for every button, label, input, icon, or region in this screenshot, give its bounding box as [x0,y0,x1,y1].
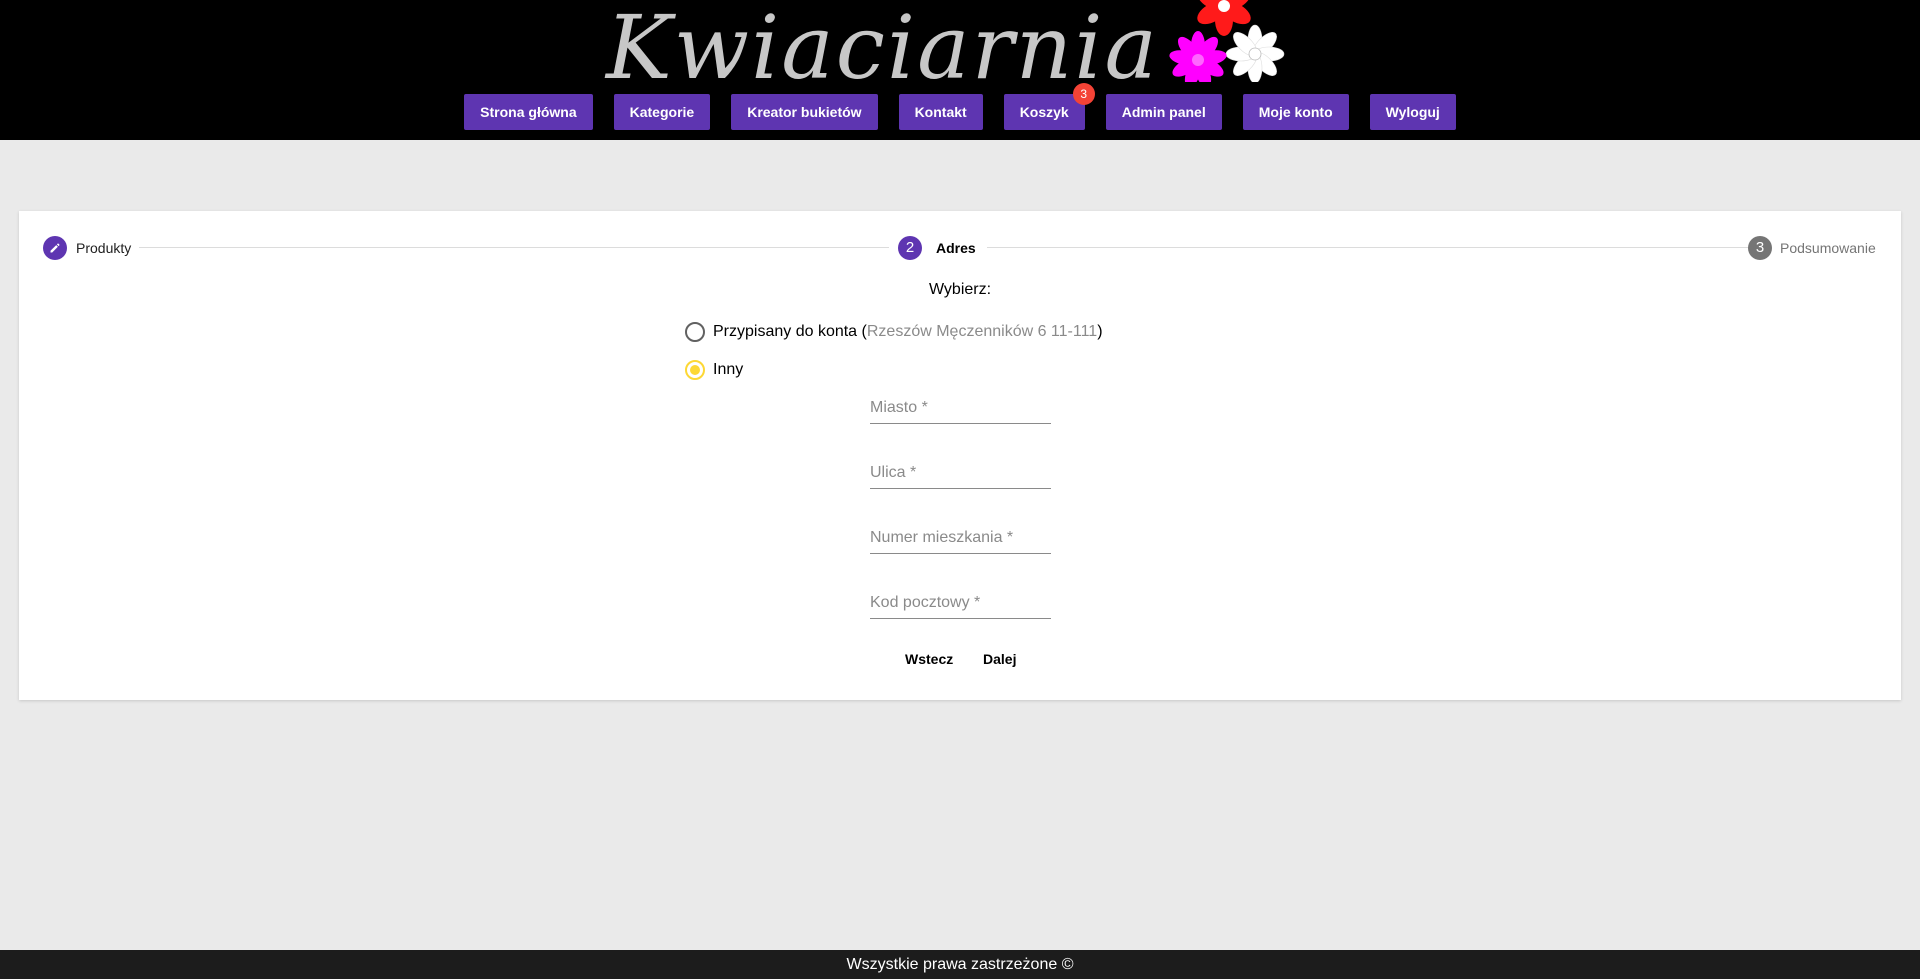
nav-cart-label: Koszyk [1019,104,1069,120]
step-connector [139,247,889,248]
option-account-close: ) [1097,323,1103,340]
site-header: Kwiaciarnia Strona główna Kategorie Krea… [0,0,1920,140]
city-field [870,394,1051,424]
nav-logout-button[interactable]: Wyloguj [1369,94,1456,130]
nav-categories-button[interactable]: Kategorie [613,94,711,130]
step-address-label: Adres [936,240,976,256]
main-nav: Strona główna Kategorie Kreator bukietów… [0,83,1920,130]
postal-code-field [870,589,1051,619]
radio-button-selected[interactable] [685,360,705,380]
nav-my-account-button[interactable]: Moje konto [1242,94,1349,130]
nav-cart-button[interactable]: Koszyk 3 [1003,83,1095,130]
choose-address-label: Wybierz: [928,281,992,298]
postal-code-input[interactable] [870,589,1051,617]
checkout-stepper-card: Produkty 2 Adres 3 Podsumowanie Wybierz:… [19,211,1901,700]
street-field [870,459,1051,489]
nav-home-button[interactable]: Strona główna [464,94,593,130]
flat-number-field [870,524,1051,554]
option-account-label: Przypisany do konta ( [713,323,867,340]
city-input[interactable] [870,394,1051,422]
step-number-badge: 3 [1748,236,1772,260]
step-products[interactable]: Produkty [43,235,131,261]
nav-contact-button[interactable]: Kontakt [898,94,983,130]
radio-button[interactable] [685,322,705,342]
flat-number-input[interactable] [870,524,1051,552]
radio-option-other-address[interactable]: Inny [685,358,743,382]
step-summary[interactable]: 3 Podsumowanie [1748,235,1876,261]
account-address-text: Rzeszów Męczenników 6 11-111 [866,323,1098,340]
flowers-logo-icon [1169,0,1285,82]
radio-option-account-address[interactable]: Przypisany do konta (Rzeszów Męczenników… [685,320,1103,344]
nav-admin-panel-button[interactable]: Admin panel [1105,94,1222,130]
pencil-icon [43,236,67,260]
step-products-label: Produkty [76,240,132,256]
step-connector [987,247,1759,248]
street-input[interactable] [870,459,1051,487]
cart-count-badge: 3 [1072,83,1095,105]
footer-copyright: Wszystkie prawa zastrzeżone © [0,950,1920,979]
option-other-label: Inny [713,361,744,378]
logo-title[interactable]: Kwiaciarnia [606,0,1159,99]
step-number-badge: 2 [898,236,922,260]
nav-bouquet-creator-button[interactable]: Kreator bukietów [731,94,878,130]
back-button[interactable]: Wstecz [897,641,961,677]
step-address[interactable]: 2 Adres [898,235,976,261]
next-button[interactable]: Dalej [975,641,1024,677]
step-summary-label: Podsumowanie [1780,240,1876,256]
